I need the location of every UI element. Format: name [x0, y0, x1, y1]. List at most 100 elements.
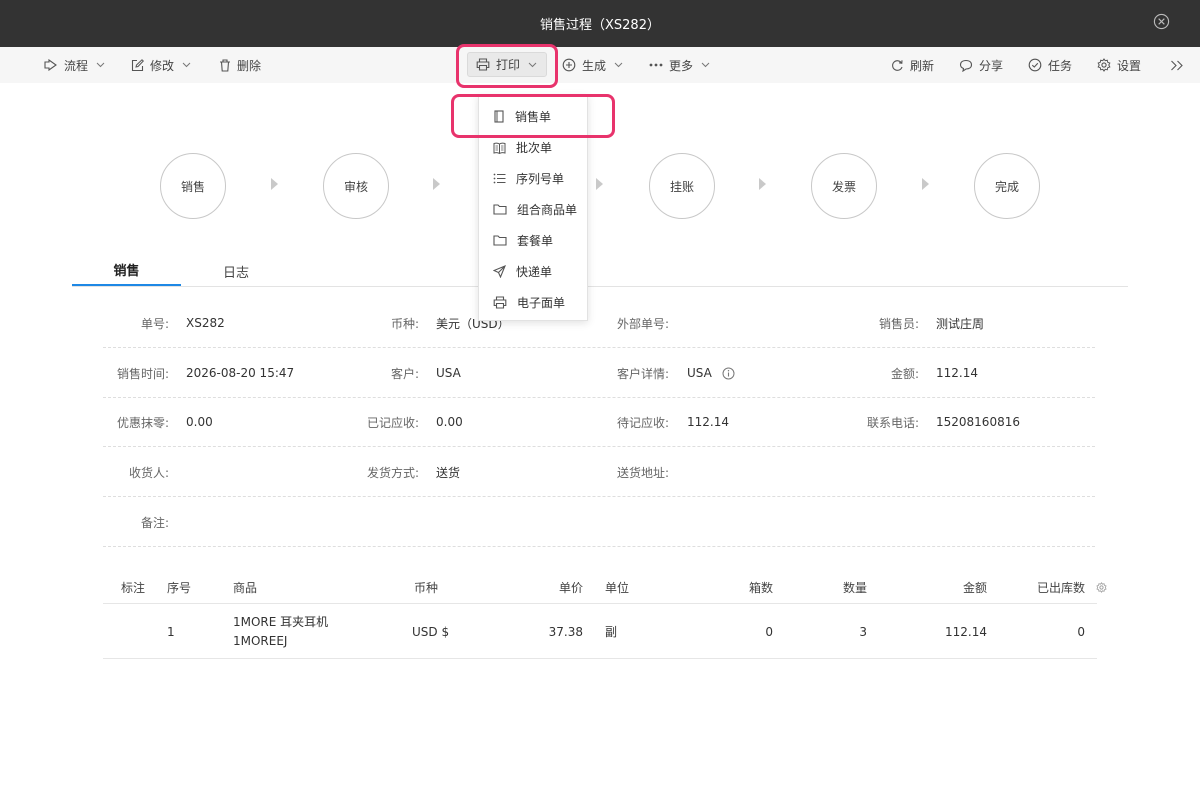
form-row: 收货人: 发货方式: 送货 送货地址: — [103, 447, 1095, 497]
form-row: 备注: — [103, 497, 1095, 547]
cell-product: 1MORE 耳夹耳机 1MOREEJ — [233, 605, 328, 658]
col-product: 商品 — [233, 581, 258, 595]
customer-detail-value: USA — [687, 348, 735, 398]
chevron-down-icon — [182, 62, 191, 68]
share-button[interactable]: 分享 — [959, 47, 1003, 83]
table-row[interactable]: 1 1MORE 耳夹耳机 1MOREEJ USD $ 37.38 副 0 3 1… — [103, 605, 1097, 659]
sale-time-value: 2026-08-20 15:47 — [186, 366, 295, 380]
remark-label: 备注: — [140, 515, 169, 530]
cell-shipped: 0 — [1077, 624, 1085, 639]
cell-currency: USD $ — [412, 624, 450, 639]
folder-icon — [493, 204, 507, 215]
tab-log[interactable]: 日志 — [186, 255, 286, 287]
col-mark: 标注 — [121, 581, 146, 595]
external-no-label: 外部单号: — [616, 316, 669, 331]
delete-button[interactable]: 删除 — [219, 47, 261, 83]
double-chevron-right-icon — [1171, 60, 1183, 70]
refresh-label: 刷新 — [910, 58, 935, 73]
column-settings-button[interactable] — [1096, 572, 1107, 603]
salesperson-label: 销售员: — [878, 316, 919, 331]
gear-icon — [1097, 58, 1111, 72]
step-complete[interactable]: 完成 — [974, 153, 1040, 219]
customer-label: 客户: — [390, 366, 419, 381]
recorded-receivable-value: 0.00 — [436, 415, 463, 429]
info-icon[interactable] — [722, 367, 735, 380]
chevron-down-icon — [614, 62, 623, 68]
share-label: 分享 — [979, 58, 1004, 73]
customer-detail-text: USA — [687, 366, 712, 380]
refresh-icon — [892, 59, 903, 71]
customer-value[interactable]: USA — [436, 348, 461, 398]
col-qty: 数量 — [842, 581, 867, 595]
folder-icon — [493, 235, 507, 246]
detail-tabs: 销售 日志 — [72, 255, 1128, 287]
form-row: 单号: XS282 币种: 美元（USD） 外部单号: 销售员: 测试庄周 — [103, 298, 1095, 348]
settings-button[interactable]: 设置 — [1097, 47, 1141, 83]
step-invoice[interactable]: 发票 — [811, 153, 877, 219]
form-row: 销售时间: 2026-08-20 15:47 客户: USA 客户详情: USA… — [103, 348, 1095, 398]
print-menu-label: 批次单 — [516, 141, 553, 155]
shipping-method-label: 发货方式: — [366, 465, 419, 480]
cell-seq: 1 — [167, 624, 175, 639]
cell-boxes: 0 — [765, 624, 773, 639]
generate-button[interactable]: 生成 — [562, 47, 623, 83]
product-name: 1MORE 耳夹耳机 — [233, 614, 329, 629]
print-menu-item-package[interactable]: 套餐单 — [479, 225, 587, 256]
step-arrow — [271, 178, 278, 190]
window-title: 销售过程（XS282） — [540, 18, 660, 33]
order-no-label: 单号: — [140, 316, 169, 331]
plus-circle-icon — [562, 58, 576, 72]
sales-order-highlight — [451, 94, 615, 138]
pending-receivable-label: 待记应收: — [616, 415, 669, 430]
cell-amount: 112.14 — [945, 624, 987, 639]
flow-button[interactable]: 流程 — [44, 47, 105, 83]
task-button[interactable]: 任务 — [1028, 47, 1072, 83]
col-unit: 单位 — [605, 581, 630, 595]
cell-price: 37.38 — [548, 624, 583, 639]
refresh-button[interactable]: 刷新 — [891, 47, 934, 83]
chevron-down-icon — [96, 62, 105, 68]
generate-label: 生成 — [582, 58, 607, 73]
print-menu-item-express[interactable]: 快递单 — [479, 256, 587, 287]
step-account[interactable]: 挂账 — [649, 153, 715, 219]
chevron-down-icon — [701, 62, 710, 68]
step-sales[interactable]: 销售 — [160, 153, 226, 219]
list-icon — [493, 173, 506, 184]
phone-label: 联系电话: — [866, 415, 919, 430]
recorded-receivable-label: 已记应收: — [366, 415, 419, 430]
step-review[interactable]: 审核 — [323, 153, 389, 219]
discount-value: 0.00 — [186, 415, 213, 429]
print-menu-label: 快递单 — [516, 265, 553, 279]
sale-time-label: 销售时间: — [116, 366, 169, 381]
expand-button[interactable] — [1170, 47, 1184, 83]
print-menu-label: 电子面单 — [517, 296, 566, 310]
gear-icon — [1096, 582, 1107, 593]
product-code: 1MOREEJ — [233, 633, 288, 648]
print-menu-item-waybill[interactable]: 电子面单 — [479, 287, 587, 318]
col-boxes: 箱数 — [748, 581, 773, 595]
flow-label: 流程 — [64, 58, 89, 73]
book-icon — [493, 142, 506, 154]
print-menu-item-serial[interactable]: 序列号单 — [479, 163, 587, 194]
items-table-header: 标注 序号 商品 币种 单价 单位 箱数 数量 金额 已出库数 — [103, 572, 1107, 604]
order-no-value: XS282 — [186, 316, 225, 330]
step-arrow — [433, 178, 440, 190]
phone-value: 15208160816 — [936, 415, 1020, 429]
step-arrow — [759, 178, 766, 190]
edit-button[interactable]: 修改 — [131, 47, 191, 83]
cell-unit: 副 — [605, 625, 618, 639]
col-seq: 序号 — [167, 581, 192, 595]
tab-sales[interactable]: 销售 — [72, 255, 181, 286]
more-label: 更多 — [669, 58, 694, 73]
more-button[interactable]: 更多 — [649, 47, 710, 83]
pending-receivable-value: 112.14 — [687, 415, 729, 429]
print-menu-label: 套餐单 — [517, 234, 554, 248]
print-highlight — [456, 44, 558, 88]
print-menu-item-combo[interactable]: 组合商品单 — [479, 194, 587, 225]
printer-icon — [493, 296, 507, 309]
print-menu-label: 组合商品单 — [517, 203, 578, 217]
trash-icon — [220, 58, 230, 72]
settings-label: 设置 — [1117, 58, 1142, 73]
close-icon[interactable] — [1153, 13, 1170, 30]
check-circle-icon — [1028, 58, 1042, 72]
